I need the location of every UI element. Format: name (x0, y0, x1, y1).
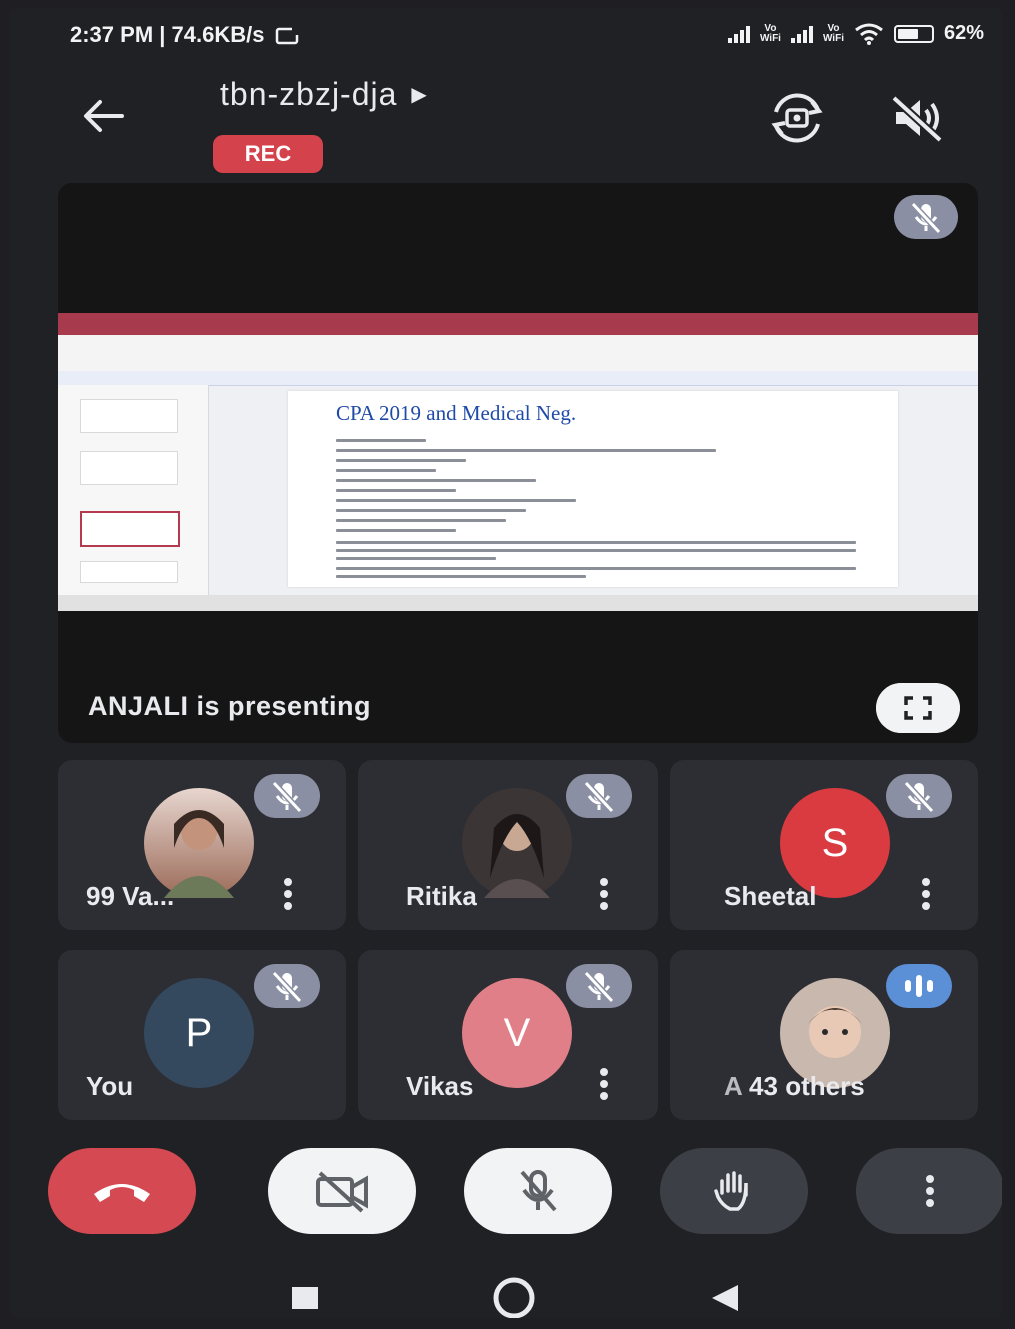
ppt-status-bar (58, 595, 978, 611)
slide-thumbnail-selected (80, 511, 180, 547)
more-options-icon[interactable] (282, 878, 294, 910)
mic-off-icon (566, 774, 632, 818)
more-options-icon[interactable] (598, 1068, 610, 1100)
slide-text-line (336, 529, 456, 532)
battery-icon (893, 24, 934, 43)
mic-off-icon (254, 774, 320, 818)
raise-hand-button[interactable] (660, 1148, 808, 1234)
recents-square-icon[interactable] (290, 1283, 320, 1313)
meet-screen: 2:37 PM | 74.6KB/s Vo WiFi Vo WiFi 62% t… (10, 8, 1002, 1318)
participant-tile-1[interactable]: 99 Va... (58, 760, 346, 930)
slide-text-line (336, 575, 586, 578)
slide-text-line (336, 519, 506, 522)
slide-text-line (336, 541, 856, 544)
more-options-icon (926, 1175, 934, 1207)
slide-thumbnail (80, 399, 178, 433)
participant-name: Ritika (406, 881, 477, 911)
slide-text-line (336, 509, 526, 512)
presentation-stage: CPA 2019 and Medical Neg. ANJALI is pres… (58, 183, 978, 743)
slide-text-line (336, 479, 536, 482)
cast-icon (275, 27, 300, 45)
avatar-photo (462, 788, 572, 898)
camera-toggle-button[interactable] (268, 1148, 416, 1234)
slide-text-line (336, 439, 426, 442)
status-time-speed: 2:37 PM | 74.6KB/s (70, 22, 301, 48)
caret-right-icon: ▶ (411, 84, 428, 106)
mic-off-icon (254, 964, 320, 1008)
ppt-ribbon (58, 335, 978, 372)
participant-name: Sheetal (724, 881, 817, 911)
slide-thumbnail (80, 561, 178, 583)
back-triangle-icon[interactable] (708, 1283, 740, 1313)
back-arrow-icon[interactable] (78, 96, 128, 136)
ppt-title-bar (58, 313, 978, 335)
meeting-title[interactable]: tbn-zbzj-dja ▶ (220, 76, 428, 113)
home-circle-icon[interactable] (490, 1276, 538, 1318)
participant-tile-3[interactable]: S Sheetal (670, 760, 978, 930)
end-call-button[interactable] (48, 1148, 196, 1234)
speaking-indicator-icon (886, 964, 952, 1008)
mic-off-icon (886, 774, 952, 818)
slide-text-line (336, 549, 856, 552)
more-options-icon[interactable] (920, 878, 932, 910)
meeting-code: tbn-zbzj-dja (220, 76, 398, 112)
more-options-icon[interactable] (598, 878, 610, 910)
raise-hand-icon (714, 1171, 748, 1211)
status-right-group: Vo WiFi Vo WiFi 62% (727, 22, 984, 45)
fullscreen-button[interactable] (876, 683, 960, 733)
ppt-thumbnail-pane (58, 385, 209, 595)
status-bar: 2:37 PM | 74.6KB/s Vo WiFi Vo WiFi 62% (10, 8, 1002, 66)
mic-off-icon (566, 964, 632, 1008)
others-label: A 43 others (724, 1071, 865, 1102)
mic-off-icon (520, 1170, 557, 1212)
avatar-letter: V (462, 978, 572, 1088)
slide-text-line (336, 499, 576, 502)
slide-text-line (336, 469, 436, 472)
signal-strength-1-icon (727, 25, 750, 43)
end-call-icon (94, 1184, 150, 1202)
presenter-mic-off-icon (894, 195, 958, 239)
camera-off-icon (316, 1171, 368, 1213)
participant-tile-2[interactable]: Ritika (358, 760, 658, 930)
participant-name: 99 Va... (86, 881, 175, 911)
participant-tile-self[interactable]: P You (58, 950, 346, 1120)
slide-text-line (336, 459, 466, 462)
slide-text-line (336, 567, 856, 570)
slide-title: CPA 2019 and Medical Neg. (336, 401, 577, 425)
participant-name: 43 others (749, 1071, 865, 1101)
mic-toggle-button[interactable] (464, 1148, 612, 1234)
rec-badge: REC (213, 135, 323, 173)
slide-text-line (336, 557, 496, 560)
speaker-off-icon[interactable] (882, 90, 952, 146)
others-tile[interactable]: A 43 others (670, 950, 978, 1120)
more-options-button[interactable] (856, 1148, 1002, 1234)
signal-strength-2-icon (790, 25, 813, 43)
presenter-label: ANJALI is presenting (88, 691, 372, 721)
switch-camera-icon[interactable] (762, 90, 832, 146)
slide-thumbnail (80, 451, 178, 485)
participant-name: You (86, 1071, 134, 1101)
vowifi-label-2: Vo WiFi (822, 22, 844, 44)
participant-name-prefix: A (724, 1071, 742, 1101)
vowifi-label-1: Vo WiFi (759, 22, 781, 44)
slide-text-line (336, 489, 456, 492)
participant-name: Vikas (406, 1071, 474, 1101)
shared-screen: CPA 2019 and Medical Neg. (58, 313, 978, 611)
ppt-info-bar (58, 371, 978, 386)
status-time-text: 2:37 PM | 74.6KB/s (70, 22, 265, 47)
battery-percent: 62% (943, 22, 984, 44)
slide-canvas: CPA 2019 and Medical Neg. (288, 391, 898, 587)
slide-text-line (336, 449, 716, 452)
avatar-letter: P (144, 978, 254, 1088)
wifi-icon (855, 23, 883, 45)
participant-tile-5[interactable]: V Vikas (358, 950, 658, 1120)
battery-level (897, 28, 918, 39)
